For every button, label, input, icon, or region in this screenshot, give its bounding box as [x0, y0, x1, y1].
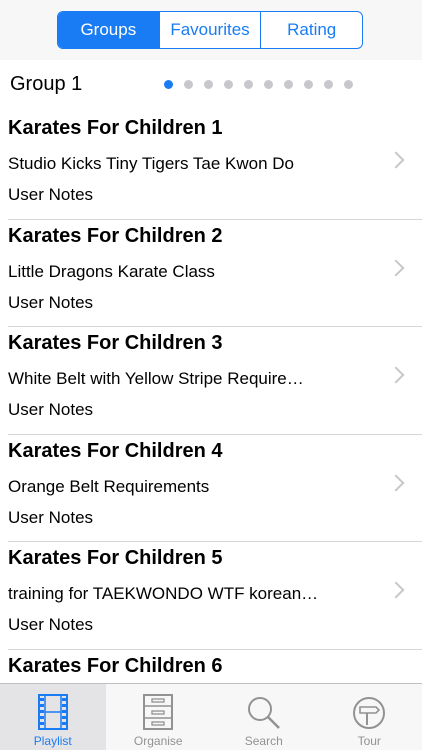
item-title: Karates For Children 2	[8, 225, 223, 248]
page-dot	[224, 80, 233, 89]
item-subtitle: Studio Kicks Tiny Tigers Tae Kwon Do	[8, 154, 294, 174]
list-item[interactable]: Karates For Children 4 Orange Belt Requi…	[8, 435, 422, 543]
tab-bar: Playlist Organise Search Tour	[0, 683, 422, 750]
chevron-right-icon	[388, 474, 405, 491]
film-icon	[38, 694, 68, 730]
chevron-right-icon	[388, 259, 405, 276]
item-notes: User Notes	[8, 185, 93, 205]
item-notes: User Notes	[8, 293, 93, 313]
list-item[interactable]: Karates For Children 5 training for TAEK…	[8, 542, 422, 650]
top-bar: Groups Favourites Rating	[0, 0, 422, 60]
tab-tour[interactable]: Tour	[317, 684, 422, 750]
segmented-control: Groups Favourites Rating	[57, 11, 363, 49]
list-item[interactable]: Karates For Children 3 White Belt with Y…	[8, 327, 422, 435]
item-title: Karates For Children 1	[8, 117, 223, 140]
list-item[interactable]: Karates For Children 2 Little Dragons Ka…	[8, 220, 422, 328]
item-title: Karates For Children 6	[8, 655, 223, 678]
item-title: Karates For Children 3	[8, 332, 223, 355]
page-dot	[284, 80, 293, 89]
page-dot	[344, 80, 353, 89]
item-title: Karates For Children 4	[8, 440, 223, 463]
item-subtitle: Little Dragons Karate Class	[8, 262, 215, 282]
chevron-right-icon	[388, 367, 405, 384]
tab-search[interactable]: Search	[211, 684, 317, 750]
page-indicator[interactable]	[164, 80, 353, 89]
search-icon	[247, 696, 281, 730]
item-notes: User Notes	[8, 508, 93, 528]
list-item[interactable]: Karates For Children 1 Studio Kicks Tiny…	[8, 112, 422, 220]
cabinet-icon	[143, 694, 173, 730]
tab-label: Playlist	[34, 734, 72, 748]
page-dot	[264, 80, 273, 89]
page-dot	[244, 80, 253, 89]
page-dot	[324, 80, 333, 89]
tab-playlist[interactable]: Playlist	[0, 684, 106, 750]
page-dot	[304, 80, 313, 89]
item-title: Karates For Children 5	[8, 547, 223, 570]
item-subtitle: Orange Belt Requirements	[8, 477, 209, 497]
segment-groups[interactable]: Groups	[58, 12, 159, 48]
item-subtitle: White Belt with Yellow Stripe Require…	[8, 369, 304, 389]
page-dot-active	[164, 80, 173, 89]
tab-label: Organise	[134, 734, 183, 748]
item-notes: User Notes	[8, 400, 93, 420]
page-dot	[184, 80, 193, 89]
tab-label: Search	[245, 734, 283, 748]
item-notes: User Notes	[8, 615, 93, 635]
chevron-right-icon	[388, 152, 405, 169]
segment-favourites[interactable]: Favourites	[159, 12, 261, 48]
tab-organise[interactable]: Organise	[106, 684, 212, 750]
item-subtitle: training for TAEKWONDO WTF korean…	[8, 584, 318, 604]
tab-label: Tour	[358, 734, 381, 748]
signpost-icon	[352, 696, 386, 730]
segment-rating[interactable]: Rating	[260, 12, 362, 48]
playlist-list: Karates For Children 1 Studio Kicks Tiny…	[0, 112, 422, 756]
page-dot	[204, 80, 213, 89]
chevron-right-icon	[388, 582, 405, 599]
group-title: Group 1	[10, 73, 82, 96]
